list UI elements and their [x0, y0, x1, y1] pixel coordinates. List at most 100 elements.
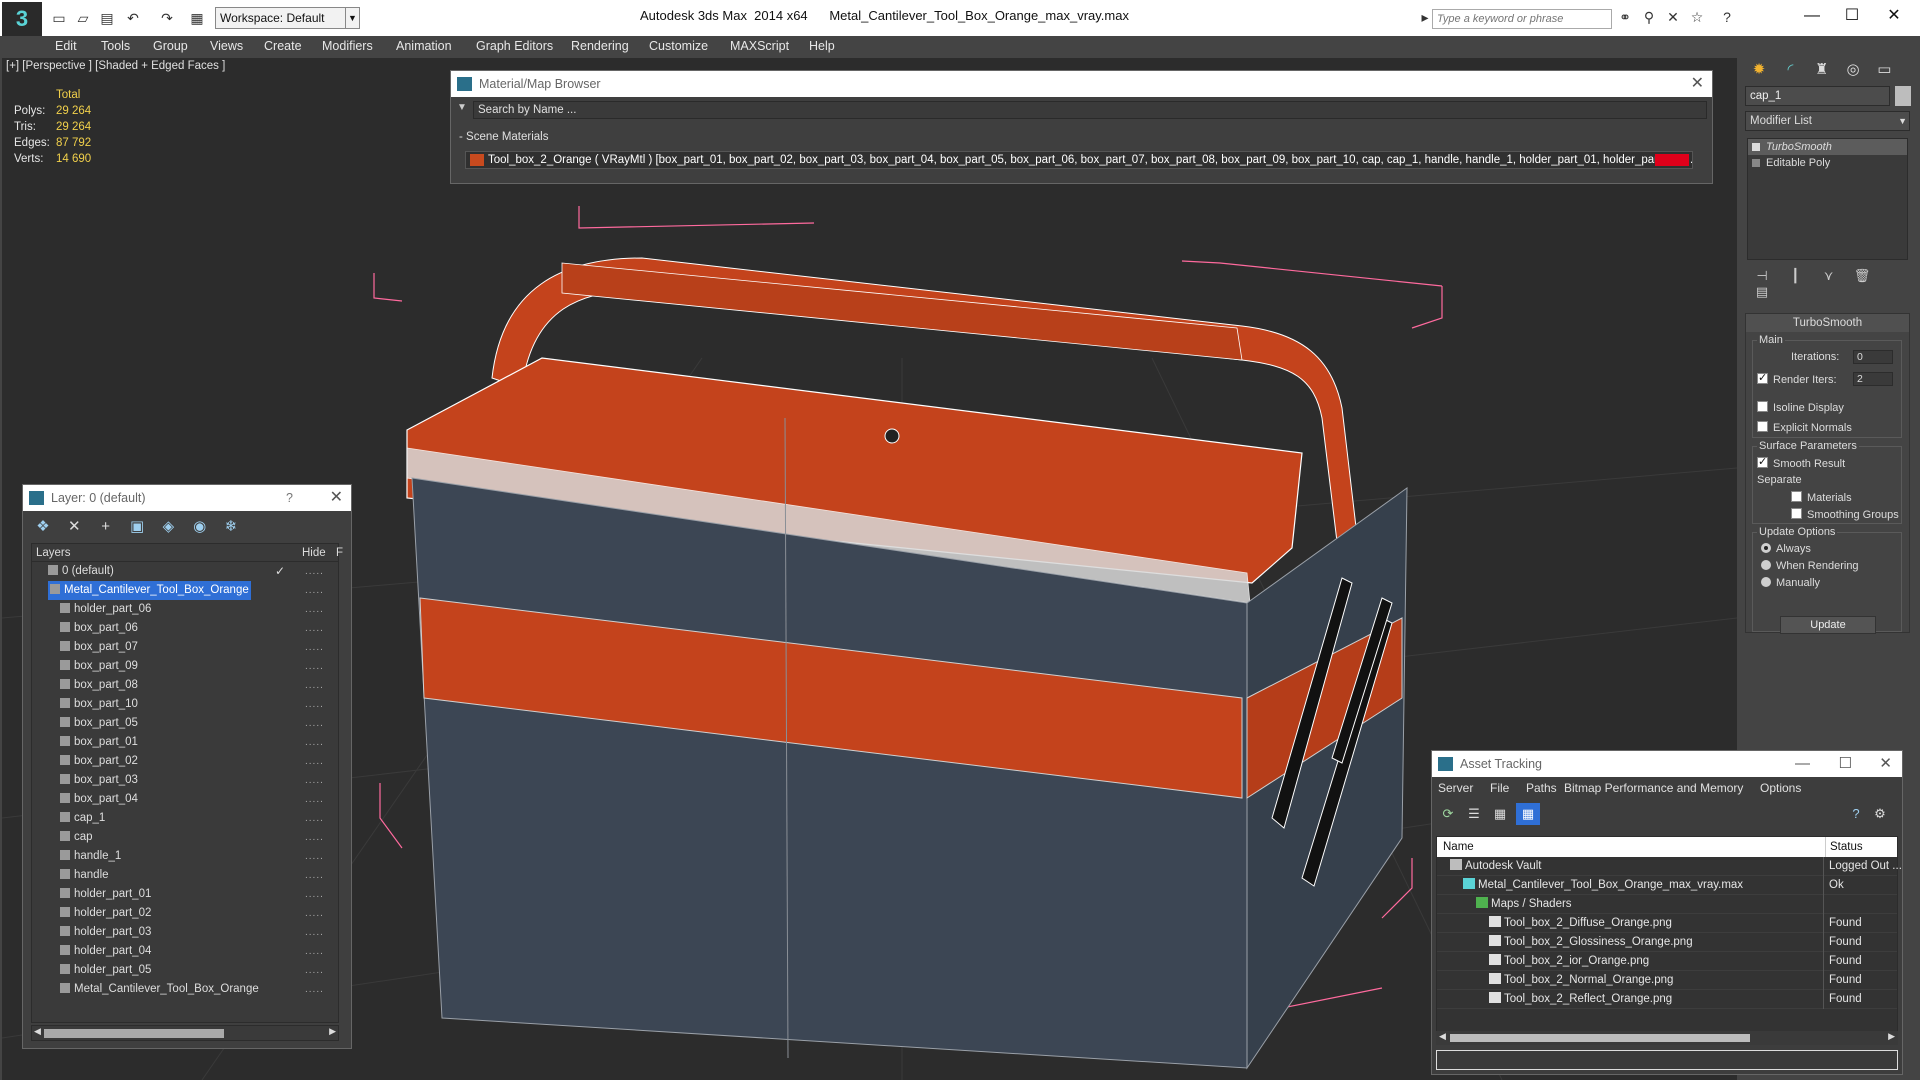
layer-row[interactable]: cap_1.....	[32, 809, 338, 828]
hide-toggle[interactable]: .....	[305, 752, 324, 771]
delete-layer-icon[interactable]: ✕	[60, 517, 88, 539]
modifier-list-dropdown[interactable]: Modifier List ▼	[1745, 111, 1910, 131]
select-objects-icon[interactable]: ▣	[123, 517, 151, 539]
hide-toggle[interactable]: .....	[305, 942, 324, 961]
hide-toggle[interactable]: .....	[305, 676, 324, 695]
stack-item-turbosmooth[interactable]: TurboSmooth	[1748, 139, 1907, 155]
layers-column-header[interactable]: Layers	[36, 544, 71, 562]
help-icon[interactable]: ?	[286, 485, 293, 511]
hide-toggle[interactable]: .....	[305, 771, 324, 790]
layer-row[interactable]: box_part_02.....	[32, 752, 338, 771]
hide-toggle[interactable]: .....	[305, 866, 324, 885]
layer-panel-title-bar[interactable]: Layer: 0 (default) ? ✕	[23, 485, 351, 511]
refresh-icon[interactable]: ⟳	[1436, 803, 1460, 825]
smoothing-groups-checkbox[interactable]: Smoothing Groups	[1791, 508, 1899, 521]
modify-tab-icon[interactable]: ◜	[1776, 58, 1804, 82]
close-icon[interactable]: ✕	[1879, 751, 1892, 777]
minimize-icon[interactable]: —	[1795, 751, 1810, 777]
lightbulb-icon[interactable]	[1752, 143, 1760, 151]
exchange-icon[interactable]: ✕	[1662, 9, 1684, 29]
material-row[interactable]: Tool_box_2_Orange ( VRayMtl ) [box_part_…	[465, 151, 1693, 169]
menu-rendering[interactable]: Rendering	[571, 39, 629, 53]
explicit-normals-checkbox[interactable]: Explicit Normals	[1757, 421, 1852, 434]
display-tab-icon[interactable]: ▭	[1870, 58, 1898, 82]
communication-icon[interactable]: ⚲	[1638, 9, 1660, 29]
open-file-icon[interactable]: ▱	[72, 8, 94, 28]
layer-row[interactable]: holder_part_06.....	[32, 600, 338, 619]
asset-row[interactable]: Tool_box_2_Glossiness_Orange.png Found	[1437, 933, 1897, 952]
scrollbar-thumb[interactable]	[44, 1029, 224, 1038]
hierarchy-tab-icon[interactable]: ♜	[1808, 58, 1836, 82]
menu-edit[interactable]: Edit	[55, 39, 77, 53]
hide-toggle[interactable]: .....	[305, 885, 324, 904]
iterations-spinner[interactable]: 0	[1853, 350, 1893, 364]
layer-row[interactable]: box_part_09.....	[32, 657, 338, 676]
create-tab-icon[interactable]: ✹	[1745, 58, 1773, 82]
stack-item-editable-poly[interactable]: Editable Poly	[1748, 155, 1907, 171]
hide-toggle[interactable]: .....	[305, 714, 324, 733]
layer-row[interactable]: holder_part_05.....	[32, 961, 338, 980]
menu-help[interactable]: Help	[809, 39, 835, 53]
motion-tab-icon[interactable]: ◎	[1839, 58, 1867, 82]
hide-toggle[interactable]: .....	[305, 600, 324, 619]
layer-row[interactable]: holder_part_01.....	[32, 885, 338, 904]
menu-create[interactable]: Create	[264, 39, 302, 53]
material-browser-title-bar[interactable]: Material/Map Browser ✕	[451, 71, 1712, 97]
binoculars-icon[interactable]: ⚭	[1614, 9, 1636, 29]
new-file-icon[interactable]: ▭	[48, 8, 70, 28]
layer-row[interactable]: handle_1.....	[32, 847, 338, 866]
menu-tools[interactable]: Tools	[101, 39, 130, 53]
highlight-layer-icon[interactable]: ◈	[154, 517, 182, 539]
layer-row[interactable]: box_part_08.....	[32, 676, 338, 695]
hide-toggle[interactable]: .....	[305, 695, 324, 714]
layer-row[interactable]: handle.....	[32, 866, 338, 885]
asset-row[interactable]: Metal_Cantilever_Tool_Box_Orange_max_vra…	[1437, 876, 1897, 895]
menu-options[interactable]: Options	[1760, 781, 1801, 795]
hide-toggle[interactable]: .....	[305, 790, 324, 809]
menu-maxscript[interactable]: MAXScript	[730, 39, 789, 53]
hide-toggle[interactable]: .....	[305, 657, 324, 676]
layer-row[interactable]: holder_part_03.....	[32, 923, 338, 942]
material-search-input[interactable]: Search by Name ...	[473, 101, 1707, 119]
layer-row[interactable]: box_part_05.....	[32, 714, 338, 733]
add-to-layer-icon[interactable]: +	[92, 518, 120, 540]
scroll-right-icon[interactable]: ▶	[329, 1026, 336, 1037]
help-icon[interactable]: ?	[1844, 803, 1868, 825]
asset-row[interactable]: Tool_box_2_ior_Orange.png Found	[1437, 952, 1897, 971]
layer-row[interactable]: cap.....	[32, 828, 338, 847]
render-iters-spinner[interactable]: 2	[1853, 372, 1893, 386]
show-end-result-icon[interactable]: ┃	[1780, 268, 1810, 284]
scene-materials-section[interactable]: - Scene Materials	[459, 131, 548, 143]
current-layer-check-icon[interactable]: ✓	[275, 562, 285, 581]
hide-toggle[interactable]: .....	[305, 961, 324, 980]
expand-icon[interactable]	[1752, 159, 1760, 167]
asset-horizontal-scrollbar[interactable]: ◀ ▶	[1436, 1031, 1898, 1045]
asset-tracking-title-bar[interactable]: Asset Tracking — ☐ ✕	[1432, 751, 1902, 777]
scrollbar-thumb[interactable]	[1450, 1034, 1750, 1042]
list-view-icon[interactable]: ☰	[1462, 803, 1486, 825]
redo-icon[interactable]: ↷	[156, 8, 178, 28]
remove-modifier-icon[interactable]: 🗑	[1847, 268, 1877, 284]
keyword-search-input[interactable]	[1437, 13, 1607, 25]
update-button[interactable]: Update	[1780, 616, 1876, 634]
menu-animation[interactable]: Animation	[396, 39, 452, 53]
always-radio[interactable]: Always	[1761, 543, 1811, 555]
layer-row[interactable]: box_part_04.....	[32, 790, 338, 809]
save-file-icon[interactable]: ▤	[96, 8, 118, 28]
chevron-down-icon[interactable]: ▼	[457, 102, 467, 113]
hide-column-header[interactable]: Hide	[302, 544, 326, 562]
maximize-button[interactable]: ☐	[1832, 4, 1872, 28]
maximize-icon[interactable]: ☐	[1839, 751, 1852, 777]
create-layer-icon[interactable]: ❖	[29, 517, 57, 539]
pin-stack-icon[interactable]: ⊣	[1747, 268, 1777, 284]
asset-row[interactable]: Tool_box_2_Reflect_Orange.png Found	[1437, 990, 1897, 1009]
scroll-left-icon[interactable]: ◀	[1439, 1031, 1446, 1042]
menu-bitmap-performance[interactable]: Bitmap Performance and Memory	[1564, 781, 1743, 795]
menu-graph-editors[interactable]: Graph Editors	[476, 39, 553, 53]
app-logo-icon[interactable]: 3	[2, 2, 42, 36]
isoline-display-checkbox[interactable]: Isoline Display	[1757, 401, 1844, 414]
project-folder-icon[interactable]: ▦	[186, 8, 208, 28]
layer-row[interactable]: box_part_10.....	[32, 695, 338, 714]
hide-toggle[interactable]: .....	[305, 638, 324, 657]
layer-row[interactable]: box_part_03.....	[32, 771, 338, 790]
